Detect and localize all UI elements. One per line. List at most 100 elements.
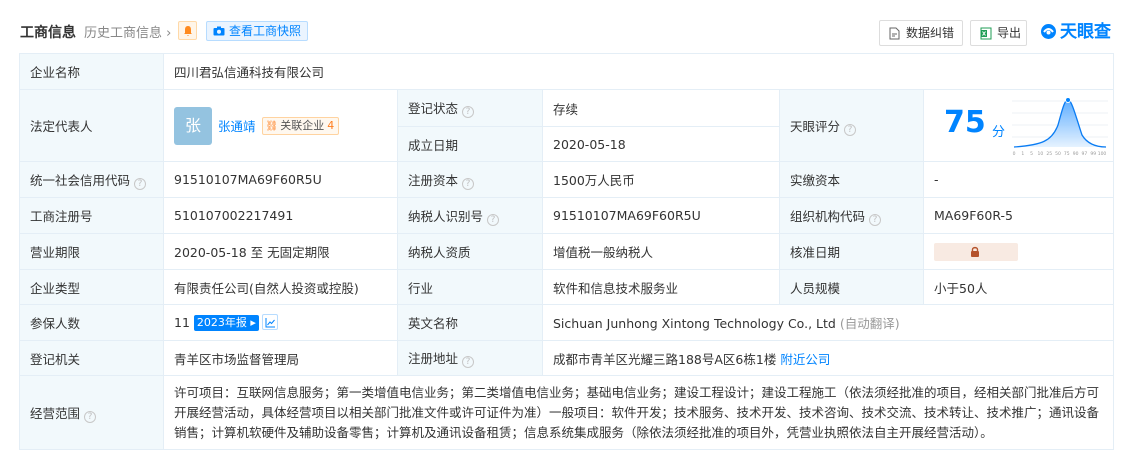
tianyancha-logo: 天眼查 bbox=[1040, 20, 1111, 44]
label-reg-status: 登记状态? bbox=[397, 89, 543, 127]
bell-icon bbox=[184, 26, 192, 36]
score-axis-tick: 10 bbox=[1038, 151, 1044, 157]
table-row: 法定代表人 张张通靖 ⛓ 关联企业 4 登记状态? 存续 天眼评分? 75 分 015… bbox=[19, 89, 1114, 162]
score-axis-tick: 75 bbox=[1064, 151, 1070, 157]
snapshot-button[interactable]: 查看工商快照 bbox=[206, 21, 309, 41]
score-axis-tick: 97 bbox=[1082, 151, 1088, 157]
score-marker bbox=[1065, 96, 1071, 103]
camera-icon bbox=[213, 26, 225, 36]
established-value: 2020-05-18 bbox=[542, 126, 780, 162]
label-legal-rep: 法定代表人 bbox=[19, 89, 164, 162]
legal-rep-cell: 张张通靖 ⛓ 关联企业 4 bbox=[163, 89, 398, 162]
help-icon[interactable]: ? bbox=[462, 106, 475, 118]
label-company-type: 企业类型 bbox=[19, 269, 164, 305]
annual-report-tag[interactable]: 2023年报 ▸ bbox=[193, 315, 259, 331]
address-value: 成都市青羊区光耀三路188号A区6栋1楼 bbox=[553, 351, 777, 367]
nearby-companies-link[interactable]: 附近公司 bbox=[780, 352, 830, 367]
related-companies-tag[interactable]: ⛓ 关联企业 4 bbox=[261, 116, 340, 135]
insured-cell: 11 2023年报 ▸ bbox=[163, 304, 398, 341]
score-axis-tick: 50 bbox=[1055, 151, 1061, 157]
paid-capital-value: - bbox=[923, 161, 1114, 198]
score-cell[interactable]: 75 分 0 1 5 10 25 50 75 90 97 99 100 bbox=[923, 89, 1114, 162]
label-reg-capital: 注册资本? bbox=[397, 161, 543, 198]
help-icon[interactable]: ? bbox=[462, 356, 475, 368]
score-axis-tick: 100 bbox=[1098, 151, 1107, 157]
score-axis-tick: 5 bbox=[1030, 151, 1033, 157]
help-icon[interactable]: ? bbox=[844, 123, 857, 136]
table-row: 统一社会信用代码? 91510107MA69F60R5U 注册资本? 1500万… bbox=[19, 161, 1114, 198]
table-row: 经营范围? 许可项目：互联网信息服务；第一类增值电信业务；第二类增值电信业务；基… bbox=[19, 375, 1114, 450]
label-industry: 行业 bbox=[397, 269, 543, 305]
reg-capital-value: 1500万人民币 bbox=[542, 161, 780, 198]
section-title: 工商信息 bbox=[20, 25, 76, 41]
label-reg-number: 工商注册号 bbox=[19, 197, 164, 234]
label-approval-date: 核准日期 bbox=[779, 233, 924, 270]
help-icon[interactable]: ? bbox=[134, 177, 147, 190]
label-org-code: 组织机构代码? bbox=[779, 197, 924, 234]
score-axis-tick: 25 bbox=[1046, 151, 1052, 157]
score-axis-tick: 1 bbox=[1021, 151, 1024, 157]
label-english-name: 英文名称 bbox=[397, 304, 543, 341]
label-paid-capital: 实缴资本 bbox=[779, 161, 924, 198]
table-row: 企业名称 四川君弘信通科技有限公司 bbox=[19, 53, 1114, 90]
trend-chart-button[interactable] bbox=[261, 314, 278, 330]
label-credit-code: 统一社会信用代码? bbox=[19, 161, 164, 198]
locked-value-box[interactable] bbox=[934, 242, 1018, 261]
avatar[interactable]: 张 bbox=[174, 106, 212, 145]
authority-value: 青羊区市场监督管理局 bbox=[163, 340, 398, 376]
export-button[interactable]: 导出 bbox=[970, 20, 1027, 46]
label-taxpayer-id: 纳税人识别号? bbox=[397, 197, 543, 234]
insured-value: 11 bbox=[174, 315, 190, 330]
label-authority: 登记机关 bbox=[19, 340, 164, 376]
label-scope: 经营范围? bbox=[19, 375, 164, 450]
help-icon[interactable]: ? bbox=[462, 177, 475, 190]
label-company-name: 企业名称 bbox=[19, 53, 164, 90]
org-code-value: MA69F60R-5 bbox=[923, 197, 1114, 234]
taxpayer-type-value: 增值税一般纳税人 bbox=[542, 233, 780, 270]
score-distribution-chart: 0 1 5 10 25 50 75 90 97 99 100 bbox=[1012, 96, 1108, 157]
address-cell: 成都市青羊区光耀三路188号A区6栋1楼 附近公司 bbox=[542, 340, 1114, 376]
label-taxpayer-type: 纳税人资质 bbox=[397, 233, 543, 270]
label-term: 营业期限 bbox=[19, 233, 164, 270]
table-row: 工商注册号 510107002217491 纳税人识别号? 91510107MA… bbox=[19, 197, 1114, 234]
table-row: 营业期限 2020-05-18 至 无固定期限 纳税人资质 增值税一般纳税人 核… bbox=[19, 233, 1114, 270]
score-axis-tick: 90 bbox=[1073, 151, 1079, 157]
label-insured: 参保人数 bbox=[19, 304, 164, 341]
help-icon[interactable]: ? bbox=[869, 213, 882, 226]
taxpayer-id-value: 91510107MA69F60R5U bbox=[542, 197, 780, 234]
table-row: 登记机关 青羊区市场监督管理局 注册地址? 成都市青羊区光耀三路188号A区6栋… bbox=[19, 340, 1114, 376]
reg-number-value: 510107002217491 bbox=[163, 197, 398, 234]
business-info-table: 企业名称 四川君弘信通科技有限公司 法定代表人 张张通靖 ⛓ 关联企业 4 登记状态?… bbox=[19, 53, 1114, 450]
lock-icon bbox=[971, 246, 979, 257]
label-score: 天眼评分? bbox=[779, 89, 924, 162]
score-unit: 分 bbox=[992, 124, 1006, 140]
data-correction-button[interactable]: 数据纠错 bbox=[879, 20, 963, 46]
staff-size-value: 小于50人 bbox=[923, 269, 1114, 305]
help-icon[interactable]: ? bbox=[487, 213, 500, 226]
history-link[interactable]: 历史工商信息 › bbox=[84, 22, 171, 41]
table-row: 企业类型 有限责任公司(自然人投资或控股) 行业 软件和信息技术服务业 人员规模… bbox=[19, 269, 1114, 305]
reg-status-value: 存续 bbox=[542, 89, 780, 127]
label-staff-size: 人员规模 bbox=[779, 269, 924, 305]
help-icon[interactable]: ? bbox=[84, 410, 97, 423]
document-edit-icon bbox=[889, 27, 900, 40]
trend-icon bbox=[265, 318, 275, 328]
score-axis-tick: 99 bbox=[1090, 151, 1096, 157]
auto-translate-note: (自动翻译) bbox=[839, 316, 900, 331]
table-row: 参保人数 11 2023年报 ▸ 英文名称 Sichuan Junhong Xin… bbox=[19, 304, 1114, 341]
score-value: 75 bbox=[944, 104, 986, 140]
term-value: 2020-05-18 至 无固定期限 bbox=[163, 233, 398, 270]
label-address: 注册地址? bbox=[397, 340, 543, 376]
credit-code-value: 91510107MA69F60R5U bbox=[163, 161, 398, 198]
company-name-value: 四川君弘信通科技有限公司 bbox=[163, 53, 1114, 90]
score-axis-tick: 0 bbox=[1013, 151, 1016, 157]
bell-icon-button[interactable] bbox=[178, 21, 197, 40]
network-icon: ⛓ bbox=[265, 120, 279, 132]
legal-rep-name-link[interactable]: 张通靖 bbox=[218, 119, 256, 134]
company-type-value: 有限责任公司(自然人投资或控股) bbox=[163, 269, 398, 305]
english-name-cell: Sichuan Junhong Xintong Technology Co., … bbox=[542, 304, 1114, 341]
approval-date-value bbox=[923, 233, 1114, 270]
scope-value: 许可项目：互联网信息服务；第一类增值电信业务；第二类增值电信业务；基础电信业务；… bbox=[163, 375, 1114, 450]
excel-icon bbox=[980, 27, 992, 40]
industry-value: 软件和信息技术服务业 bbox=[542, 269, 780, 305]
